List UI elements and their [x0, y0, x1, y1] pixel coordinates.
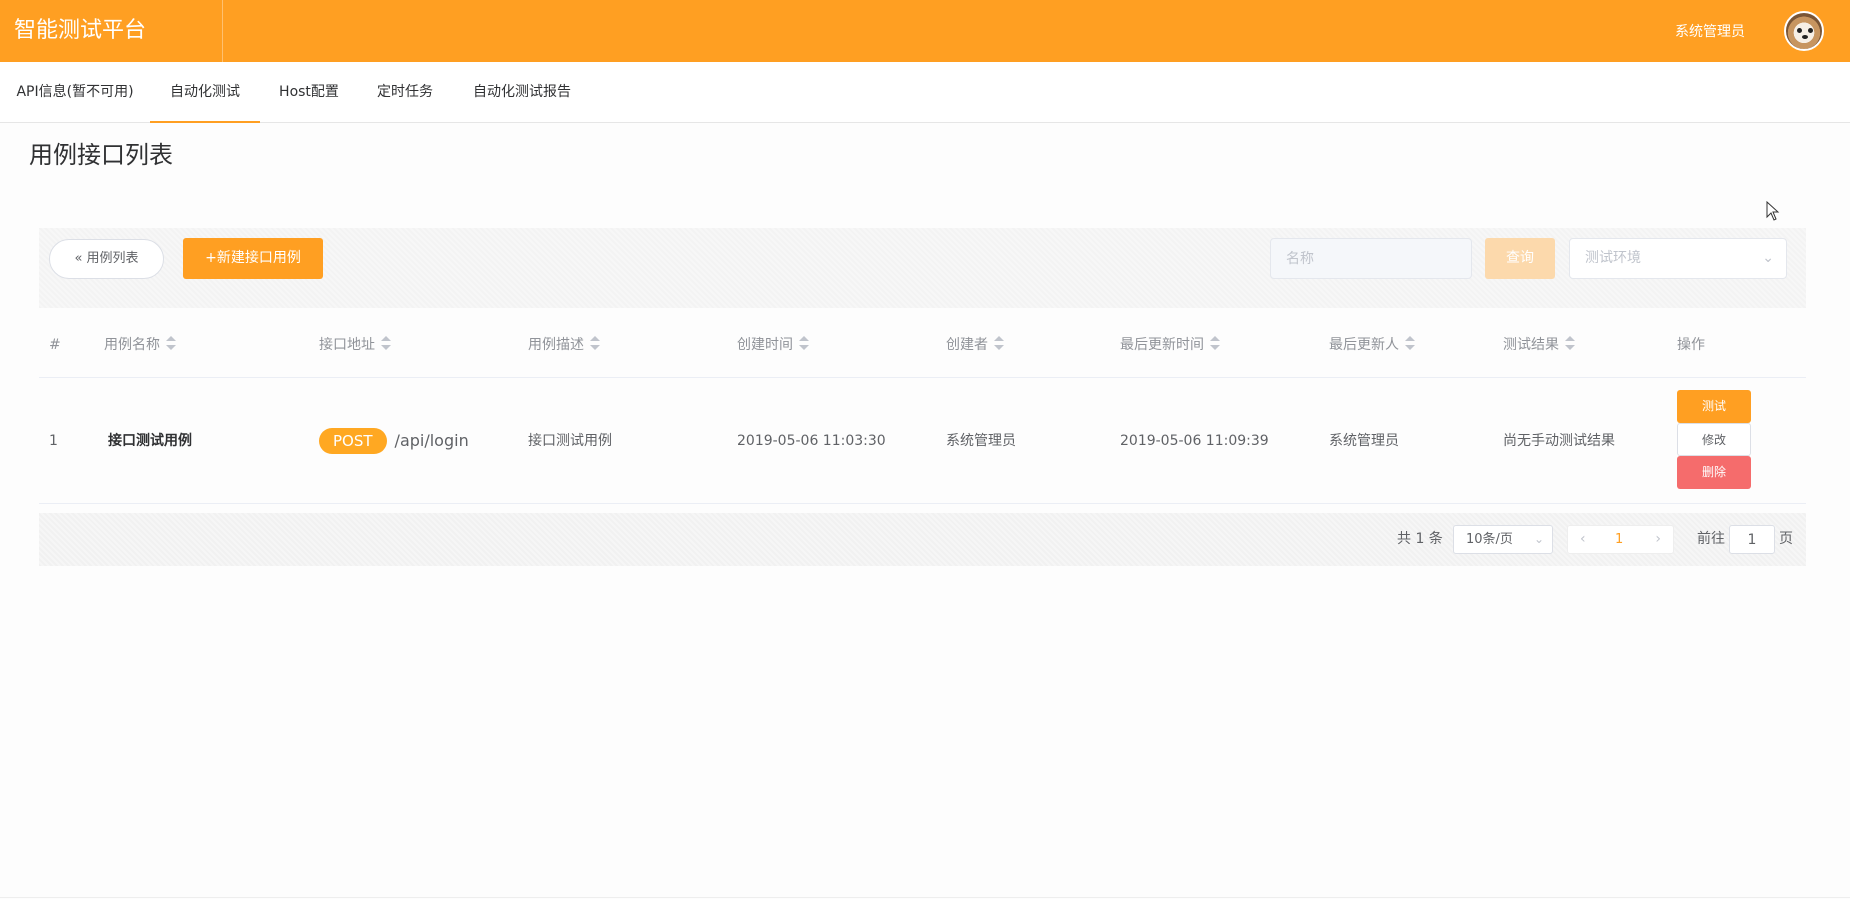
col-case-name[interactable]: 用例名称	[104, 312, 176, 378]
chevron-down-icon: ⌄	[1762, 250, 1774, 266]
col-api-url[interactable]: 接口地址	[319, 312, 391, 378]
current-page[interactable]: 1	[1615, 526, 1623, 553]
total-count: 共 1 条	[1397, 531, 1443, 547]
row-creator: 系统管理员	[946, 433, 1016, 449]
sort-icon[interactable]	[1565, 336, 1575, 350]
col-test-result[interactable]: 测试结果	[1503, 312, 1575, 378]
top-header: 智能测试平台 系统管理员	[0, 0, 1850, 62]
test-env-placeholder: 测试环境	[1585, 250, 1641, 266]
page-title: 用例接口列表	[29, 141, 173, 169]
edit-button[interactable]: 修改	[1677, 423, 1751, 456]
sort-icon[interactable]	[799, 336, 809, 350]
row-updated-at: 2019-05-06 11:09:39	[1120, 433, 1269, 449]
row-index: 1	[49, 433, 58, 449]
goto-suffix: 页	[1779, 531, 1793, 547]
new-api-case-button[interactable]: +新建接口用例	[183, 238, 323, 279]
toolbar: « 用例列表 +新建接口用例 查询 测试环境 ⌄	[39, 228, 1806, 308]
pagination: 共 1 条 10条/页 ⌄ ‹ 1 › 前往 页	[39, 513, 1806, 566]
row-test-result: 尚无手动测试结果	[1503, 433, 1615, 449]
prev-page-icon[interactable]: ‹	[1580, 526, 1586, 553]
chevron-down-icon: ⌄	[1533, 532, 1544, 546]
page-size-select[interactable]: 10条/页 ⌄	[1453, 525, 1553, 554]
header-divider	[222, 0, 223, 62]
double-chevron-left-icon: «	[74, 251, 83, 266]
table-header: # 用例名称 接口地址 用例描述 创建时间 创建者 最后更新时间 最后更新人 测…	[39, 312, 1806, 378]
query-button[interactable]: 查询	[1485, 238, 1555, 279]
api-path: /api/login	[394, 431, 469, 450]
sort-icon[interactable]	[590, 336, 600, 350]
page-size-value: 10条/页	[1466, 532, 1513, 547]
col-actions: 操作	[1677, 337, 1705, 353]
avatar[interactable]	[1784, 11, 1824, 51]
row-api-url: POST/api/login	[319, 378, 469, 504]
tab-host-config[interactable]: Host配置	[260, 62, 358, 123]
col-creator[interactable]: 创建者	[946, 312, 1004, 378]
col-index: #	[49, 337, 61, 353]
sort-icon[interactable]	[166, 336, 176, 350]
pager-nav: ‹ 1 ›	[1567, 525, 1674, 554]
back-button-label: 用例列表	[86, 251, 139, 266]
row-description: 接口测试用例	[528, 433, 612, 449]
tab-scheduled-tasks[interactable]: 定时任务	[358, 62, 452, 123]
main-nav: API信息(暂不可用) 自动化测试 Host配置 定时任务 自动化测试报告	[0, 62, 1850, 123]
case-list-back-button[interactable]: « 用例列表	[49, 239, 164, 279]
col-updater[interactable]: 最后更新人	[1329, 312, 1415, 378]
next-page-icon[interactable]: ›	[1655, 526, 1661, 553]
sort-icon[interactable]	[381, 336, 391, 350]
method-tag: POST	[319, 428, 387, 454]
tab-automation-test[interactable]: 自动化测试	[150, 62, 260, 123]
sort-icon[interactable]	[1210, 336, 1220, 350]
goto-label: 前往	[1697, 531, 1725, 547]
test-env-select[interactable]: 测试环境 ⌄	[1569, 238, 1787, 279]
sort-icon[interactable]	[1405, 336, 1415, 350]
row-updater: 系统管理员	[1329, 433, 1399, 449]
test-button[interactable]: 测试	[1677, 390, 1751, 423]
tab-api-info[interactable]: API信息(暂不可用)	[0, 62, 150, 123]
goto-page-input[interactable]	[1729, 525, 1775, 554]
avatar-nose	[1802, 35, 1808, 39]
avatar-eye	[1797, 28, 1802, 33]
bottom-divider	[0, 897, 1850, 898]
app-title: 智能测试平台	[14, 18, 147, 43]
user-name[interactable]: 系统管理员	[1675, 0, 1745, 62]
col-updated-at[interactable]: 最后更新时间	[1120, 312, 1220, 378]
col-description[interactable]: 用例描述	[528, 312, 600, 378]
name-search-input[interactable]	[1270, 238, 1472, 279]
tab-test-reports[interactable]: 自动化测试报告	[452, 62, 592, 123]
row-created-at: 2019-05-06 11:03:30	[737, 433, 886, 449]
row-case-name: 接口测试用例	[108, 433, 192, 449]
col-created-at[interactable]: 创建时间	[737, 312, 809, 378]
delete-button[interactable]: 删除	[1677, 456, 1751, 489]
mouse-cursor-icon	[1766, 200, 1780, 221]
sort-icon[interactable]	[994, 336, 1004, 350]
table-row: 1 接口测试用例 POST/api/login 接口测试用例 2019-05-0…	[39, 378, 1806, 504]
avatar-eye	[1808, 28, 1813, 33]
